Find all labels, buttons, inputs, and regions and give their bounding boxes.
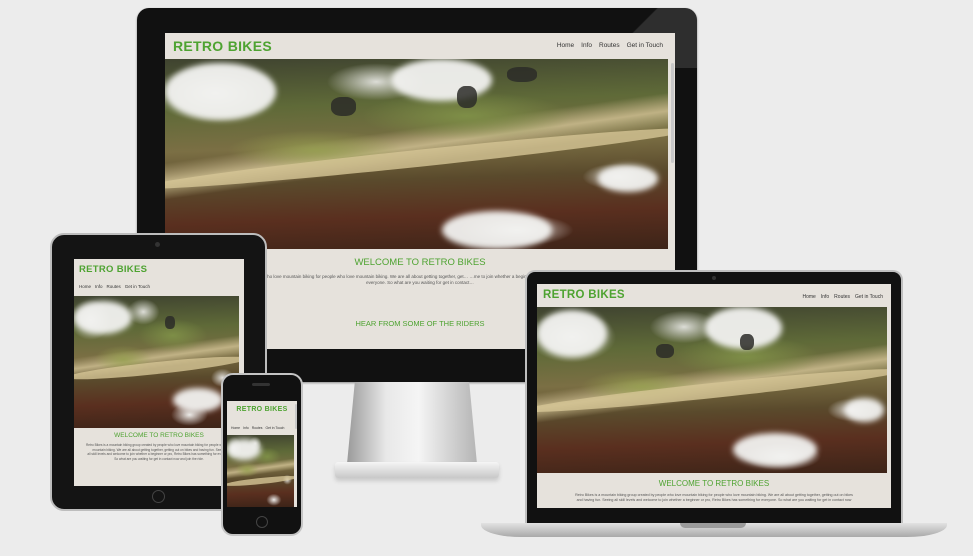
scrollbar[interactable]	[671, 63, 674, 163]
intro-line: and having fun. Seeing all skill levels …	[576, 498, 852, 502]
nav-info[interactable]: Info	[821, 294, 829, 300]
hero-cloud	[165, 62, 276, 120]
phone-home-button-icon	[256, 516, 268, 528]
laptop-camera-icon	[712, 276, 716, 280]
nav-info[interactable]: Info	[581, 42, 592, 49]
hero-rock	[164, 315, 175, 329]
hero-cloud	[173, 388, 223, 413]
brand-logo[interactable]: RETRO BIKES	[543, 289, 625, 301]
nav-routes[interactable]: Routes	[834, 294, 850, 300]
phone-site-screen: RETRO BIKES Home Info Routes Get in Touc…	[227, 401, 297, 507]
tablet-camera-icon	[155, 242, 160, 247]
monitor-stand-base	[335, 462, 499, 478]
hero-rock	[456, 85, 477, 109]
brand-logo[interactable]: RETRO BIKES	[227, 406, 297, 413]
nav-get-in-touch[interactable]: Get in Touch	[125, 284, 150, 289]
nav-home[interactable]: Home	[231, 426, 240, 430]
hero-image	[74, 296, 239, 428]
hero-cloud	[733, 433, 817, 467]
tablet-home-button-icon	[152, 490, 165, 503]
hero-cloud	[845, 398, 884, 422]
intro-text: Retro Bikes is a mountain biking group c…	[74, 443, 244, 461]
nav-info[interactable]: Info	[243, 426, 249, 430]
tablet-site-screen: RETRO BIKES Home Info Routes Get in Touc…	[74, 259, 244, 486]
nav-routes[interactable]: Routes	[599, 42, 620, 49]
intro-line: So what are you waiting for get in conta…	[114, 456, 204, 461]
phone-speaker-icon	[252, 383, 270, 386]
hero-image	[537, 307, 887, 473]
nav-get-in-touch[interactable]: Get in Touch	[265, 426, 284, 430]
nav-info[interactable]: Info	[95, 284, 103, 289]
nav-get-in-touch[interactable]: Get in Touch	[855, 294, 883, 300]
hero-trail	[165, 121, 668, 197]
laptop-site-screen: RETRO BIKES Home Info Routes Get in Touc…	[537, 284, 891, 508]
hero-rock	[507, 66, 538, 82]
brand-logo[interactable]: RETRO BIKES	[79, 264, 147, 275]
nav-home[interactable]: Home	[79, 284, 91, 289]
hero-cloud	[227, 438, 261, 461]
scrollbar[interactable]	[295, 404, 297, 429]
nav-routes[interactable]: Routes	[107, 284, 121, 289]
hero-trail	[537, 363, 887, 419]
nav-home[interactable]: Home	[802, 294, 815, 300]
monitor-stand-neck	[347, 382, 477, 464]
hero-rock	[330, 97, 357, 116]
laptop-notch	[680, 523, 746, 528]
main-nav: Home Info Routes Get in Touch	[557, 42, 663, 49]
hero-cloud	[391, 59, 492, 101]
intro-line: all skill levels and welcome to join whe…	[87, 452, 231, 456]
hero-trail	[227, 474, 294, 489]
hero-cloud	[537, 310, 607, 357]
main-nav: Home Info Routes Get in Touch	[79, 284, 150, 289]
main-nav: Home Info Routes Get in Touch	[231, 426, 284, 430]
hero-image	[165, 59, 668, 249]
hero-trail	[74, 352, 239, 384]
nav-home[interactable]: Home	[557, 42, 574, 49]
brand-logo[interactable]: RETRO BIKES	[173, 38, 272, 54]
intro-line: Retro Bikes is a mountain biking group c…	[85, 443, 232, 447]
nav-routes[interactable]: Routes	[252, 426, 263, 430]
site-header: RETRO BIKES Home Info Routes Get in Touc…	[165, 33, 675, 59]
main-nav: Home Info Routes Get in Touch	[802, 294, 883, 300]
welcome-heading: WELCOME TO RETRO BIKES	[658, 479, 770, 488]
intro-text: Retro Bikes is a mountain biking group c…	[537, 493, 891, 503]
welcome-heading: WELCOME TO RETRO BIKES	[114, 432, 204, 439]
hero-cloud	[597, 165, 658, 192]
hero-rock	[656, 343, 674, 359]
hero-image	[227, 435, 294, 507]
nav-get-in-touch[interactable]: Get in Touch	[627, 42, 663, 49]
hero-rock	[740, 333, 754, 351]
hero-cloud	[74, 301, 132, 335]
hero-cloud	[441, 211, 553, 249]
